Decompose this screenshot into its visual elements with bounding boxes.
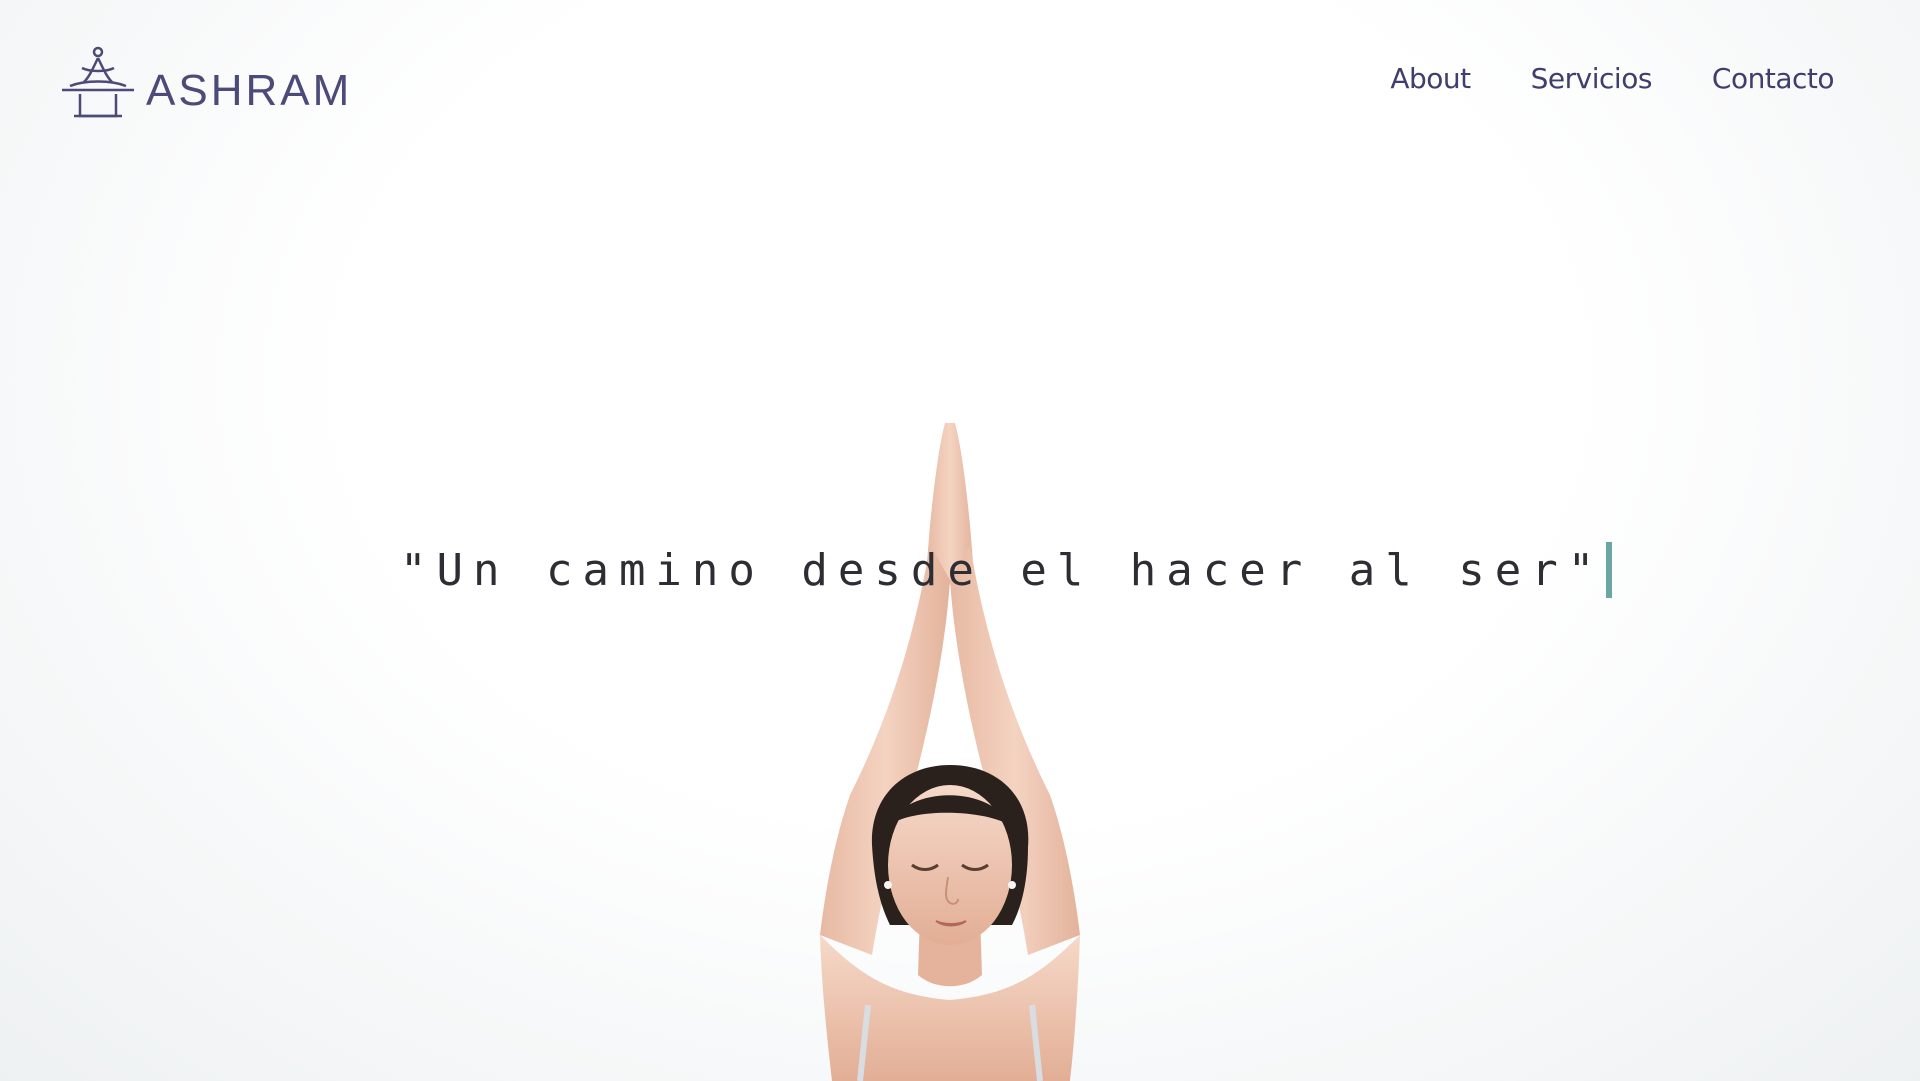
typing-cursor [1606, 542, 1613, 598]
nav-link-contacto[interactable]: Contacto [1712, 62, 1835, 95]
logo[interactable]: ASHRAM [60, 46, 352, 122]
hero-quote-container: "Un camino desde el hacer al ser" [400, 536, 1613, 604]
meditating-figure-icon [62, 46, 134, 118]
nav-link-servicios[interactable]: Servicios [1531, 62, 1653, 95]
logo-text: ASHRAM [146, 66, 353, 115]
page: ASHRAM About Servicios Contacto "Un cami… [0, 0, 1920, 1081]
hero-image [820, 423, 1080, 1081]
main-nav: About Servicios Contacto [1390, 62, 1834, 95]
hero-quote: "Un camino desde el hacer al ser" [400, 544, 1605, 596]
nav-link-about[interactable]: About [1390, 62, 1471, 95]
site-header: ASHRAM About Servicios Contacto [0, 0, 1920, 170]
